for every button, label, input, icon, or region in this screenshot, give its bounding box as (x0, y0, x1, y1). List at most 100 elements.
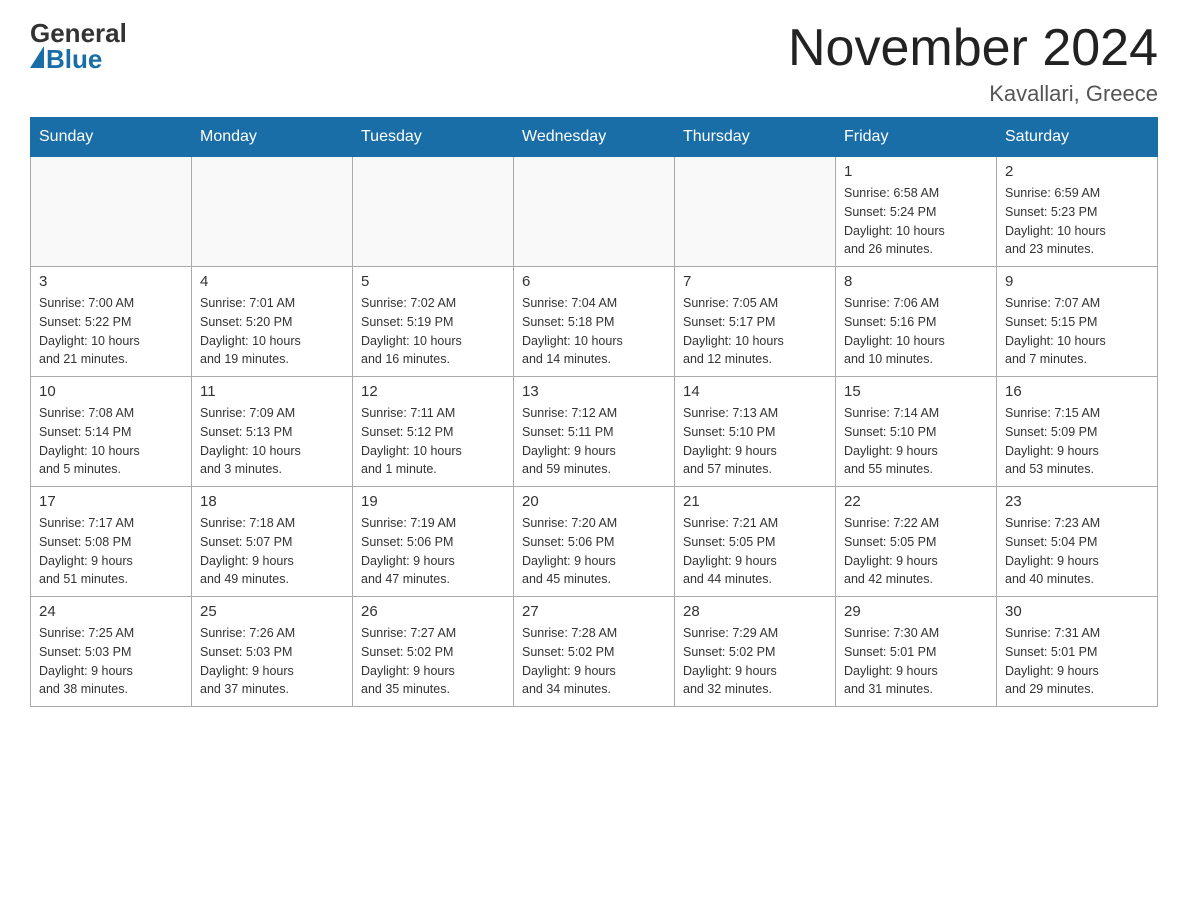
weekday-header-row: SundayMondayTuesdayWednesdayThursdayFrid… (31, 118, 1158, 157)
calendar-cell: 25 Sunrise: 7:26 AMSunset: 5:03 PMDayligh… (192, 597, 353, 707)
calendar-cell: 6 Sunrise: 7:04 AMSunset: 5:18 PMDaylight… (514, 267, 675, 377)
calendar-cell: 11 Sunrise: 7:09 AMSunset: 5:13 PMDayligh… (192, 377, 353, 487)
calendar-cell: 4 Sunrise: 7:01 AMSunset: 5:20 PMDaylight… (192, 267, 353, 377)
day-info: Sunrise: 7:28 AMSunset: 5:02 PMDaylight:… (522, 624, 666, 699)
day-info: Sunrise: 6:58 AMSunset: 5:24 PMDaylight:… (844, 184, 988, 259)
calendar-cell: 23 Sunrise: 7:23 AMSunset: 5:04 PMDayligh… (997, 487, 1158, 597)
calendar-cell (31, 157, 192, 267)
day-number: 27 (522, 603, 666, 620)
day-info: Sunrise: 7:04 AMSunset: 5:18 PMDaylight:… (522, 294, 666, 369)
day-number: 15 (844, 383, 988, 400)
day-number: 1 (844, 163, 988, 180)
weekday-header-friday: Friday (836, 118, 997, 157)
calendar-cell: 21Sunrise: 7:21 AMSunset: 5:05 PMDayligh… (675, 487, 836, 597)
calendar-cell: 15Sunrise: 7:14 AMSunset: 5:10 PMDayligh… (836, 377, 997, 487)
location-label: Kavallari, Greece (788, 81, 1158, 107)
day-number: 5 (361, 273, 505, 290)
day-info: Sunrise: 7:08 AMSunset: 5:14 PMDaylight:… (39, 404, 183, 479)
day-info: Sunrise: 7:26 AMSunset: 5:03 PMDaylight:… (200, 624, 344, 699)
title-area: November 2024 Kavallari, Greece (788, 20, 1158, 107)
day-number: 14 (683, 383, 827, 400)
calendar-cell: 12Sunrise: 7:11 AMSunset: 5:12 PMDayligh… (353, 377, 514, 487)
calendar-cell: 20 Sunrise: 7:20 AMSunset: 5:06 PMDayligh… (514, 487, 675, 597)
day-number: 24 (39, 603, 183, 620)
weekday-header-tuesday: Tuesday (353, 118, 514, 157)
day-number: 21 (683, 493, 827, 510)
logo-blue-text: Blue (46, 46, 102, 72)
calendar-cell: 22 Sunrise: 7:22 AMSunset: 5:05 PMDayligh… (836, 487, 997, 597)
day-number: 16 (1005, 383, 1149, 400)
day-info: Sunrise: 7:19 AMSunset: 5:06 PMDaylight:… (361, 514, 505, 589)
day-info: Sunrise: 7:09 AMSunset: 5:13 PMDaylight:… (200, 404, 344, 479)
day-number: 9 (1005, 273, 1149, 290)
day-info: Sunrise: 7:31 AMSunset: 5:01 PMDaylight:… (1005, 624, 1149, 699)
day-number: 7 (683, 273, 827, 290)
day-number: 23 (1005, 493, 1149, 510)
day-info: Sunrise: 7:07 AMSunset: 5:15 PMDaylight:… (1005, 294, 1149, 369)
week-row-2: 10 Sunrise: 7:08 AMSunset: 5:14 PMDayligh… (31, 377, 1158, 487)
calendar-cell: 27 Sunrise: 7:28 AMSunset: 5:02 PMDayligh… (514, 597, 675, 707)
calendar-cell: 14Sunrise: 7:13 AMSunset: 5:10 PMDayligh… (675, 377, 836, 487)
calendar-cell (353, 157, 514, 267)
day-number: 30 (1005, 603, 1149, 620)
day-number: 18 (200, 493, 344, 510)
day-number: 13 (522, 383, 666, 400)
logo-general-text: General (30, 20, 127, 46)
calendar-table: SundayMondayTuesdayWednesdayThursdayFrid… (30, 117, 1158, 707)
day-number: 22 (844, 493, 988, 510)
day-number: 6 (522, 273, 666, 290)
weekday-header-saturday: Saturday (997, 118, 1158, 157)
day-number: 4 (200, 273, 344, 290)
day-info: Sunrise: 7:22 AMSunset: 5:05 PMDaylight:… (844, 514, 988, 589)
day-info: Sunrise: 7:18 AMSunset: 5:07 PMDaylight:… (200, 514, 344, 589)
day-info: Sunrise: 7:01 AMSunset: 5:20 PMDaylight:… (200, 294, 344, 369)
calendar-cell: 24Sunrise: 7:25 AMSunset: 5:03 PMDayligh… (31, 597, 192, 707)
calendar-cell: 9 Sunrise: 7:07 AMSunset: 5:15 PMDaylight… (997, 267, 1158, 377)
day-number: 25 (200, 603, 344, 620)
calendar-cell (192, 157, 353, 267)
day-info: Sunrise: 7:20 AMSunset: 5:06 PMDaylight:… (522, 514, 666, 589)
day-info: Sunrise: 7:12 AMSunset: 5:11 PMDaylight:… (522, 404, 666, 479)
weekday-header-monday: Monday (192, 118, 353, 157)
logo-blue-row: Blue (30, 46, 102, 72)
day-info: Sunrise: 7:05 AMSunset: 5:17 PMDaylight:… (683, 294, 827, 369)
weekday-header-thursday: Thursday (675, 118, 836, 157)
day-number: 29 (844, 603, 988, 620)
day-number: 10 (39, 383, 183, 400)
calendar-cell: 3Sunrise: 7:00 AMSunset: 5:22 PMDaylight… (31, 267, 192, 377)
day-info: Sunrise: 7:29 AMSunset: 5:02 PMDaylight:… (683, 624, 827, 699)
day-info: Sunrise: 7:15 AMSunset: 5:09 PMDaylight:… (1005, 404, 1149, 479)
day-number: 3 (39, 273, 183, 290)
day-info: Sunrise: 7:27 AMSunset: 5:02 PMDaylight:… (361, 624, 505, 699)
day-number: 28 (683, 603, 827, 620)
week-row-4: 24Sunrise: 7:25 AMSunset: 5:03 PMDayligh… (31, 597, 1158, 707)
day-number: 17 (39, 493, 183, 510)
day-number: 20 (522, 493, 666, 510)
week-row-3: 17 Sunrise: 7:17 AMSunset: 5:08 PMDayligh… (31, 487, 1158, 597)
day-info: Sunrise: 7:30 AMSunset: 5:01 PMDaylight:… (844, 624, 988, 699)
day-number: 12 (361, 383, 505, 400)
calendar-cell: 1 Sunrise: 6:58 AMSunset: 5:24 PMDaylight… (836, 157, 997, 267)
calendar-cell: 29 Sunrise: 7:30 AMSunset: 5:01 PMDayligh… (836, 597, 997, 707)
weekday-header-wednesday: Wednesday (514, 118, 675, 157)
day-info: Sunrise: 7:02 AMSunset: 5:19 PMDaylight:… (361, 294, 505, 369)
calendar-cell: 28 Sunrise: 7:29 AMSunset: 5:02 PMDayligh… (675, 597, 836, 707)
calendar-cell: 17 Sunrise: 7:17 AMSunset: 5:08 PMDayligh… (31, 487, 192, 597)
calendar-cell: 30 Sunrise: 7:31 AMSunset: 5:01 PMDayligh… (997, 597, 1158, 707)
day-info: Sunrise: 7:23 AMSunset: 5:04 PMDaylight:… (1005, 514, 1149, 589)
day-number: 11 (200, 383, 344, 400)
calendar-cell: 2Sunrise: 6:59 AMSunset: 5:23 PMDaylight… (997, 157, 1158, 267)
logo: General Blue (30, 20, 127, 72)
calendar-cell: 26Sunrise: 7:27 AMSunset: 5:02 PMDayligh… (353, 597, 514, 707)
calendar-cell: 5 Sunrise: 7:02 AMSunset: 5:19 PMDaylight… (353, 267, 514, 377)
calendar-cell (514, 157, 675, 267)
calendar-cell (675, 157, 836, 267)
month-title: November 2024 (788, 20, 1158, 77)
week-row-1: 3Sunrise: 7:00 AMSunset: 5:22 PMDaylight… (31, 267, 1158, 377)
calendar-cell: 16 Sunrise: 7:15 AMSunset: 5:09 PMDayligh… (997, 377, 1158, 487)
day-info: Sunrise: 7:17 AMSunset: 5:08 PMDaylight:… (39, 514, 183, 589)
header: General Blue November 2024 Kavallari, Gr… (30, 20, 1158, 107)
calendar-cell: 7 Sunrise: 7:05 AMSunset: 5:17 PMDaylight… (675, 267, 836, 377)
day-info: Sunrise: 7:06 AMSunset: 5:16 PMDaylight:… (844, 294, 988, 369)
logo-triangle-icon (30, 46, 44, 68)
